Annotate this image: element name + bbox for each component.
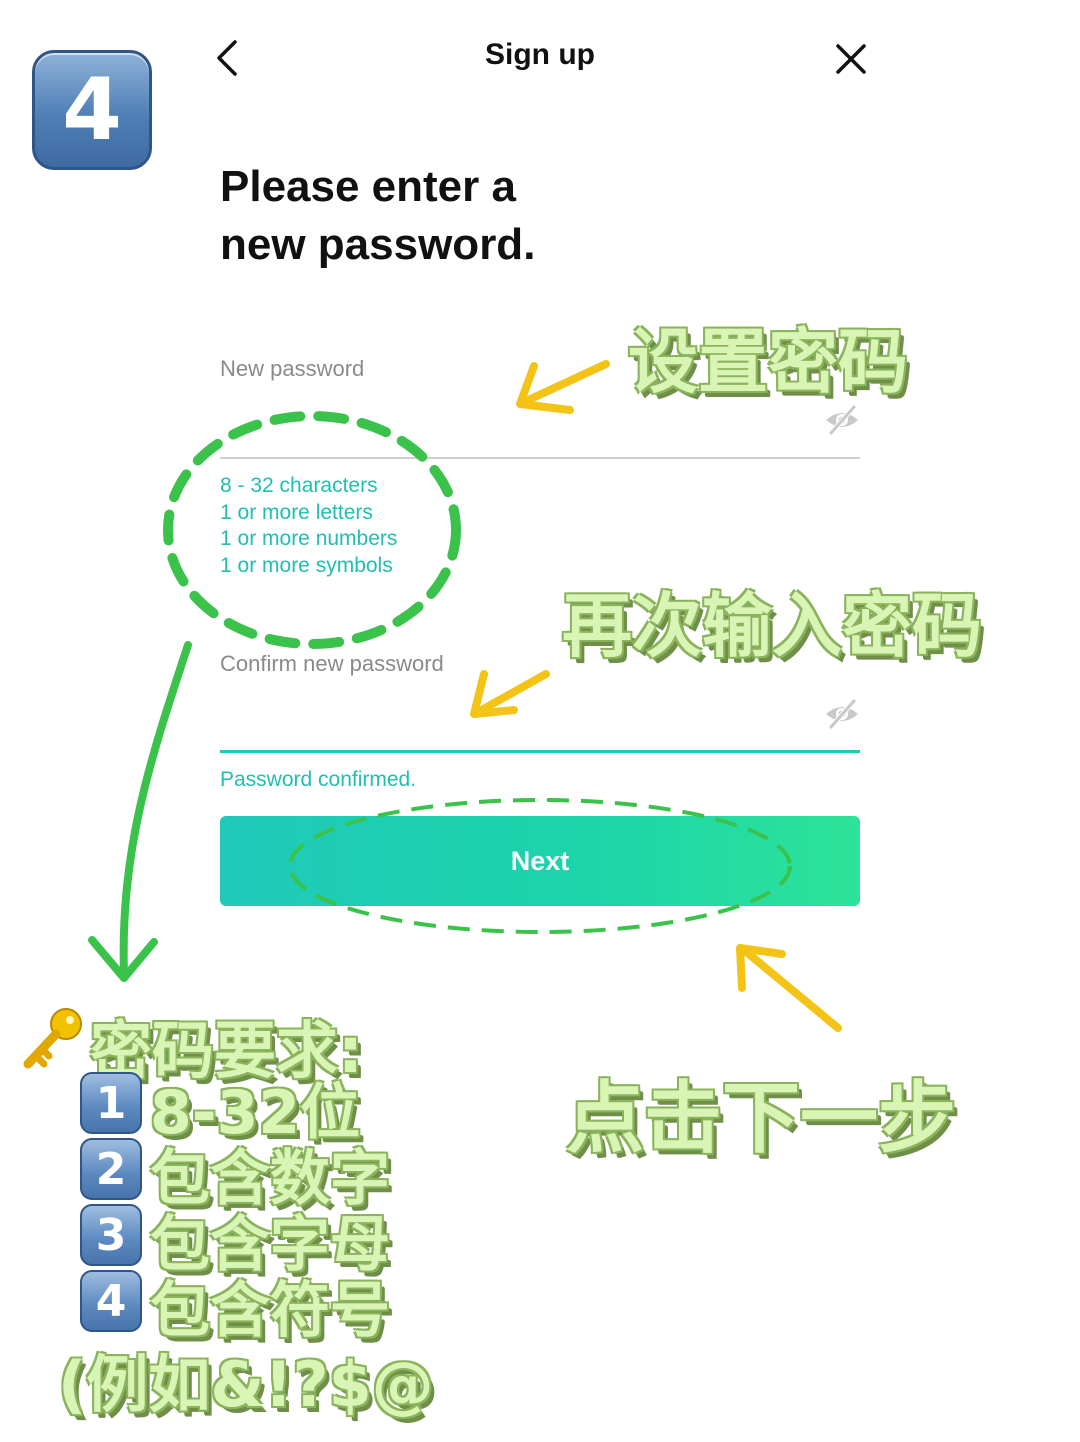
green-arrow-head [88, 936, 158, 982]
confirm-password-underline [220, 750, 860, 753]
next-button[interactable]: Next [220, 816, 860, 906]
annotation-reenter-password: 再次输入密码 [562, 585, 982, 667]
requirement-item: 1 or more symbols [220, 553, 393, 577]
rule-number-badge: 3 [80, 1204, 142, 1266]
requirement-item: 1 or more letters [220, 500, 373, 524]
green-arrow-line [119, 641, 192, 979]
confirm-password-input[interactable] [220, 696, 864, 738]
annotation-set-password: 设置密码 [628, 321, 908, 403]
step-badge: 4 [32, 50, 152, 170]
annotation-symbol-example: (例如&!?$@ [58, 1348, 434, 1421]
yellow-arrow-3-line [740, 946, 842, 1032]
headline-line-1: Please enter a [220, 162, 516, 211]
rule-number-badge: 1 [80, 1072, 142, 1134]
new-password-label: New password [220, 356, 365, 381]
annotation-click-next: 点击下一步 [566, 1074, 957, 1164]
requirement-item: 8 - 32 characters [220, 474, 378, 497]
new-password-underline [220, 457, 860, 459]
rule-number-badge: 4 [80, 1270, 142, 1332]
requirement-item: 1 or more numbers [220, 527, 398, 550]
rule-number-badge: 2 [80, 1138, 142, 1200]
page-title: Sign up [485, 38, 595, 71]
yellow-arrow-1-line [520, 360, 610, 406]
password-confirmed-status: Password confirmed. [220, 768, 417, 791]
yellow-arrow-3-head [736, 944, 786, 992]
chevron-left-icon[interactable] [205, 36, 249, 80]
headline-line-2: new password. [220, 220, 536, 269]
eye-slash-icon[interactable] [823, 698, 861, 730]
headline: Please enter a new password. [220, 158, 860, 274]
key-icon [23, 1008, 82, 1069]
close-icon[interactable] [830, 38, 872, 80]
confirm-password-label: Confirm new password [220, 651, 444, 676]
requirements-list: 8 - 32 characters 1 or more letters 1 or… [220, 473, 397, 579]
eye-slash-icon[interactable] [823, 404, 861, 436]
